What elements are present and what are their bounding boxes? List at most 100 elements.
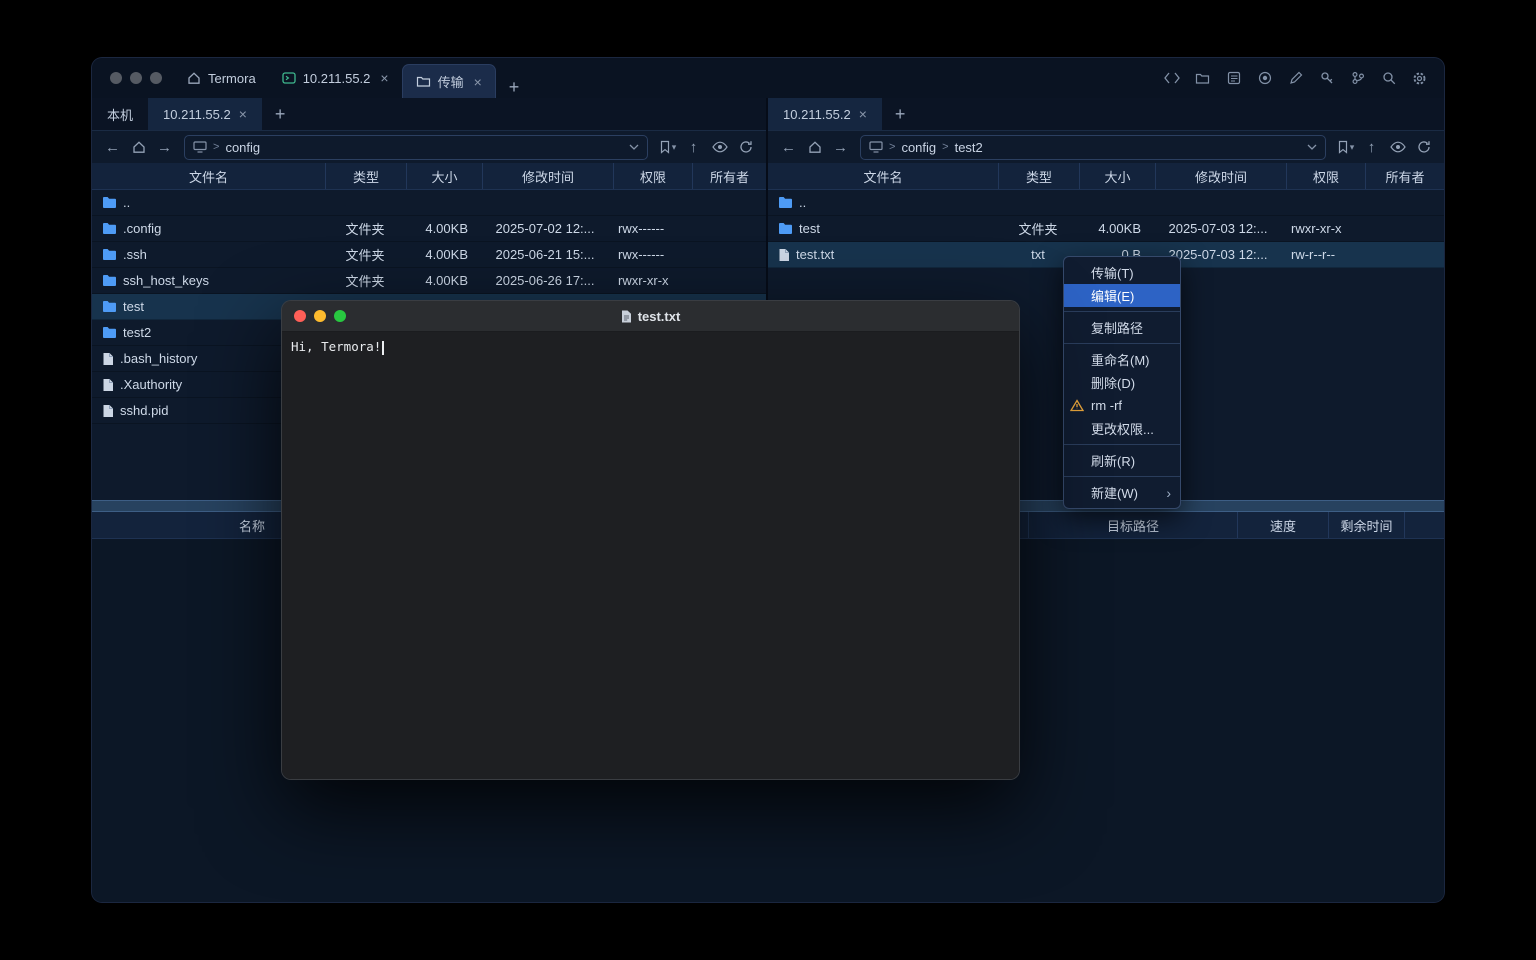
table-row[interactable]: .. [768, 190, 1444, 216]
window-controls[interactable] [92, 58, 174, 98]
text-caret [382, 341, 384, 355]
menu-item-new[interactable]: 新建(W) › [1064, 481, 1180, 504]
record-icon[interactable] [1252, 66, 1277, 91]
submenu-arrow-icon: › [1166, 485, 1171, 501]
column-header-modified[interactable]: 修改时间 [1156, 163, 1287, 189]
close-tab-icon[interactable]: × [474, 75, 482, 89]
menu-item-copy-path[interactable]: 复制路径 [1064, 316, 1180, 339]
menu-item-edit[interactable]: 编辑(E) [1064, 284, 1180, 307]
key-icon[interactable] [1314, 66, 1339, 91]
path-segment[interactable]: test2 [955, 140, 983, 155]
column-header-size[interactable]: 大小 [407, 163, 483, 189]
document-icon [621, 310, 632, 323]
folder-icon [102, 274, 117, 287]
table-row[interactable]: test 文件夹 4.00KB 2025-07-03 12:... rwxr-x… [768, 216, 1444, 242]
column-header-owner[interactable]: 所有者 [1366, 163, 1444, 189]
right-tab-host[interactable]: 10.211.55.2 × [768, 98, 882, 130]
transfer-column-target[interactable]: 目标路径 [1029, 512, 1238, 538]
path-segment[interactable]: config [225, 140, 260, 155]
transfer-column-remaining[interactable]: 剩余时间 [1329, 512, 1405, 538]
maximize-window-button[interactable] [150, 72, 162, 84]
back-icon[interactable]: ← [100, 135, 125, 159]
folder-icon[interactable] [1190, 66, 1215, 91]
forward-icon[interactable]: → [828, 135, 853, 159]
branch-icon[interactable] [1345, 66, 1370, 91]
column-header-size[interactable]: 大小 [1080, 163, 1156, 189]
bookmark-button[interactable]: ▾ [1333, 135, 1358, 159]
table-row[interactable]: .. [92, 190, 766, 216]
table-row[interactable]: .ssh 文件夹 4.00KB 2025-06-21 15:... rwx---… [92, 242, 766, 268]
home-icon[interactable] [802, 135, 827, 159]
refresh-icon[interactable] [1411, 135, 1436, 159]
close-window-button[interactable] [110, 72, 122, 84]
bookmark-button[interactable]: ▾ [655, 135, 680, 159]
left-tab-host[interactable]: 10.211.55.2 × [148, 98, 262, 130]
column-header-name[interactable]: 文件名 [768, 163, 999, 189]
minimize-window-button[interactable] [130, 72, 142, 84]
tab-transfer[interactable]: 传输 × [402, 64, 496, 98]
column-header-type[interactable]: 类型 [999, 163, 1080, 189]
menu-item-transfer[interactable]: 传输(T) [1064, 261, 1180, 284]
settings-icon[interactable] [1407, 66, 1432, 91]
refresh-icon[interactable] [733, 135, 758, 159]
menu-separator [1064, 343, 1180, 344]
minimize-window-button[interactable] [314, 310, 326, 322]
new-tab-button[interactable]: + [496, 77, 533, 98]
transfer-column-speed[interactable]: 速度 [1238, 512, 1329, 538]
menu-item-delete[interactable]: 删除(D) [1064, 371, 1180, 394]
close-tab-icon[interactable]: × [239, 107, 247, 121]
file-icon [102, 378, 114, 392]
close-tab-icon[interactable]: × [380, 71, 388, 85]
edit-icon[interactable] [1283, 66, 1308, 91]
chevron-down-icon[interactable] [1307, 144, 1317, 150]
menu-separator [1064, 444, 1180, 445]
column-header-modified[interactable]: 修改时间 [483, 163, 614, 189]
table-row[interactable]: ssh_host_keys 文件夹 4.00KB 2025-06-26 17:.… [92, 268, 766, 294]
menu-item-refresh[interactable]: 刷新(R) [1064, 449, 1180, 472]
forward-icon[interactable]: → [152, 135, 177, 159]
event-log-icon[interactable] [1221, 66, 1246, 91]
column-header-perm[interactable]: 权限 [614, 163, 693, 189]
left-toolbar: ← → > config [92, 131, 766, 163]
menu-item-chmod[interactable]: 更改权限... [1064, 417, 1180, 440]
file-name: test [799, 221, 820, 236]
tab-host[interactable]: 10.211.55.2 × [269, 58, 402, 98]
left-new-tab-button[interactable]: + [262, 98, 299, 130]
show-hidden-eye-icon[interactable] [707, 135, 732, 159]
chevron-down-icon[interactable] [629, 144, 639, 150]
close-window-button[interactable] [294, 310, 306, 322]
back-icon[interactable]: ← [776, 135, 801, 159]
right-new-tab-button[interactable]: + [882, 98, 919, 130]
menu-item-rename[interactable]: 重命名(M) [1064, 348, 1180, 371]
table-row[interactable]: .config 文件夹 4.00KB 2025-07-02 12:... rwx… [92, 216, 766, 242]
tab-termora[interactable]: Termora [174, 58, 269, 98]
file-icon [102, 352, 114, 366]
path-separator: > [213, 141, 219, 153]
table-header: 文件名 类型 大小 修改时间 权限 所有者 [92, 163, 766, 190]
search-icon[interactable] [1376, 66, 1401, 91]
editor-title: test.txt [638, 309, 681, 324]
editor-content[interactable]: Hi, Termora! [282, 332, 1019, 779]
editor-window-controls[interactable] [282, 310, 346, 322]
show-hidden-eye-icon[interactable] [1385, 135, 1410, 159]
right-path-input[interactable]: > config > test2 [860, 135, 1326, 160]
menu-item-rm-rf[interactable]: rm -rf [1064, 394, 1180, 417]
chevron-down-icon: ▾ [1350, 142, 1355, 153]
parent-directory-icon[interactable]: ↑ [1359, 135, 1384, 159]
left-path-input[interactable]: > config [184, 135, 648, 160]
column-header-perm[interactable]: 权限 [1287, 163, 1366, 189]
code-icon[interactable] [1159, 66, 1184, 91]
left-tab-local[interactable]: 本机 [92, 98, 148, 130]
column-header-name[interactable]: 文件名 [92, 163, 326, 189]
parent-directory-icon[interactable]: ↑ [681, 135, 706, 159]
folder-icon [778, 222, 793, 235]
home-icon[interactable] [126, 135, 151, 159]
column-header-type[interactable]: 类型 [326, 163, 407, 189]
folder-icon [102, 300, 117, 313]
right-toolbar: ← → > config > test2 [768, 131, 1444, 163]
maximize-window-button[interactable] [334, 310, 346, 322]
column-header-owner[interactable]: 所有者 [693, 163, 766, 189]
path-segment[interactable]: config [901, 140, 936, 155]
close-tab-icon[interactable]: × [859, 107, 867, 121]
file-name: .ssh [123, 247, 147, 262]
